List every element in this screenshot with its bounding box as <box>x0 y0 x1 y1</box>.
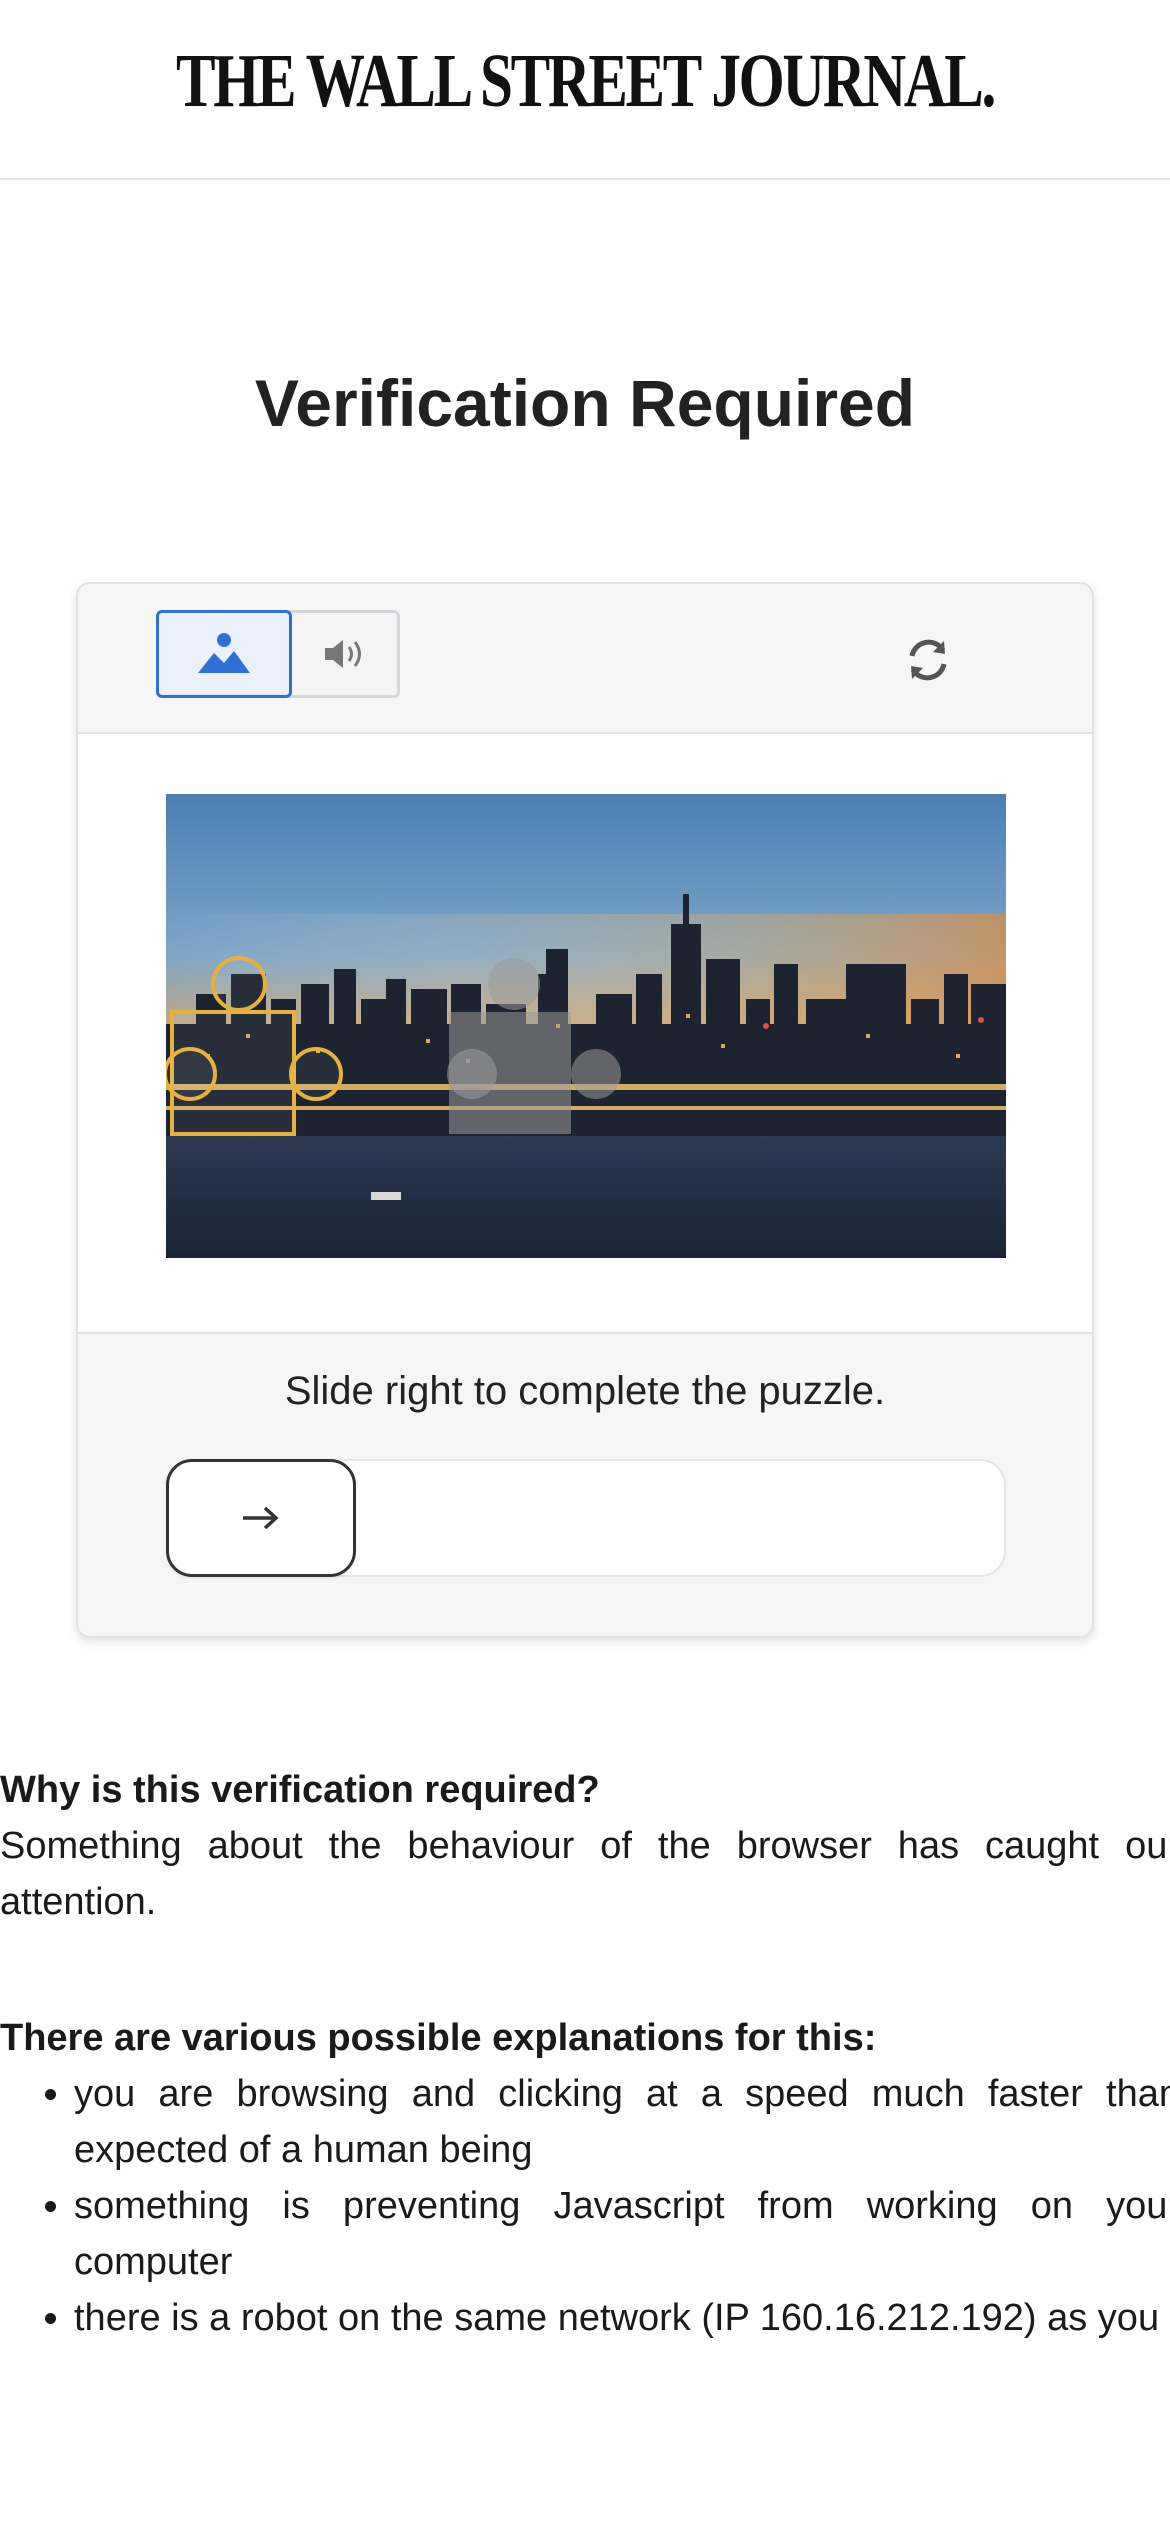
captcha-toolbar <box>78 584 1092 734</box>
why-heading: Why is this verification required? <box>0 1769 600 1811</box>
list-item: you are browsing and clicking at a speed… <box>74 2066 1170 2178</box>
audio-challenge-button[interactable] <box>290 610 400 698</box>
speaker-icon <box>325 640 361 668</box>
arrow-right-icon <box>243 1506 279 1530</box>
image-challenge-button[interactable] <box>156 610 292 698</box>
wsj-logo: THE WALL STREET JOURNAL. <box>176 39 996 123</box>
verification-info: Why is this verification required? Somet… <box>0 1762 1170 2346</box>
refresh-icon <box>909 639 947 681</box>
slider-handle[interactable] <box>166 1459 356 1577</box>
puzzle-image <box>166 794 1006 1258</box>
explanations-list: you are browsing and clicking at a speed… <box>0 2066 1170 2346</box>
list-item: something is preventing Javascript from … <box>74 2178 1170 2290</box>
image-icon <box>198 633 250 673</box>
instruction-text: Slide right to complete the puzzle. <box>284 1369 886 1413</box>
refresh-button[interactable] <box>898 630 958 690</box>
page-title: Verification Required <box>254 366 916 440</box>
explanations-heading: There are various possible explanations … <box>0 2017 877 2059</box>
captcha-widget: Slide right to complete the puzzle. <box>76 582 1094 1638</box>
list-item: there is a robot on the same network (IP… <box>74 2290 1170 2346</box>
challenge-mode-switch <box>156 610 400 698</box>
why-text: Something about the behaviour of the bro… <box>0 1825 1170 1923</box>
site-header: THE WALL STREET JOURNAL. <box>0 0 1170 180</box>
puzzle-area <box>78 734 1092 1334</box>
